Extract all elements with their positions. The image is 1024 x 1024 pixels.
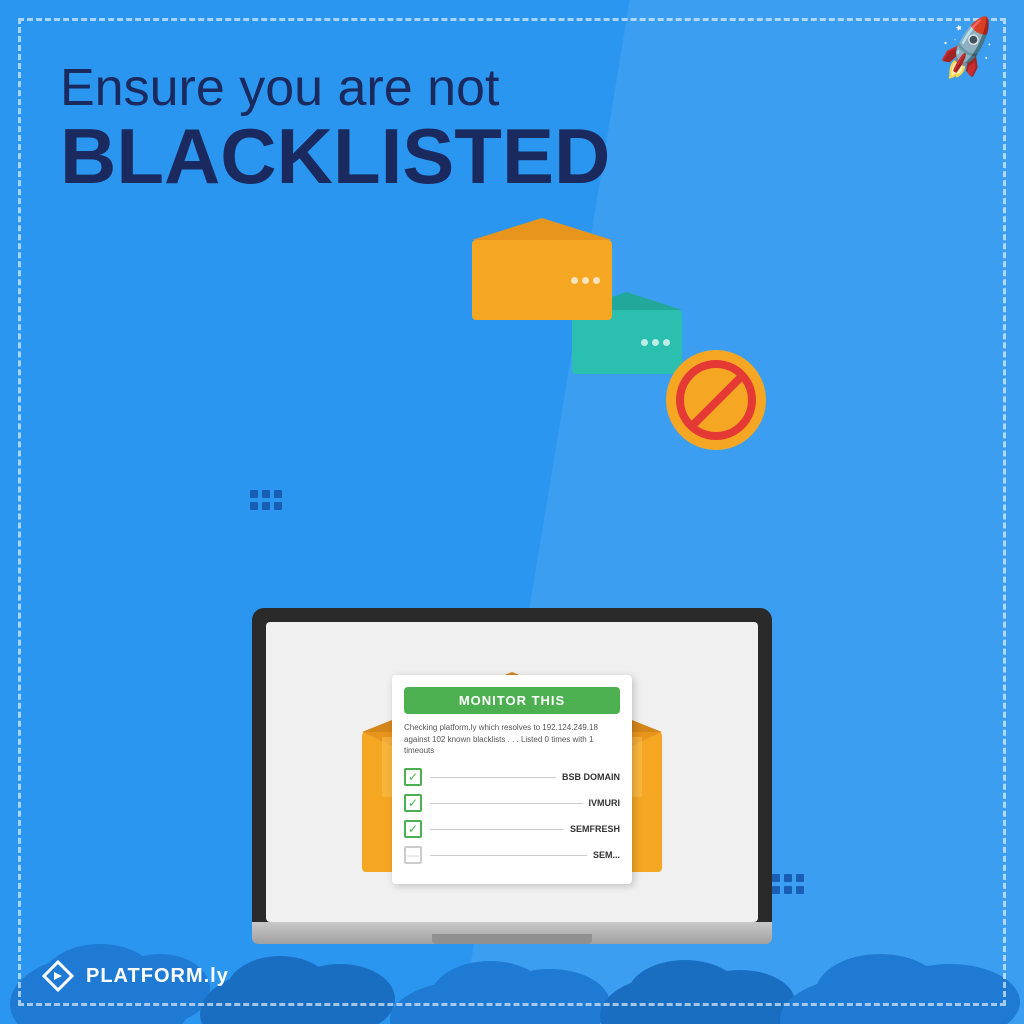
document: MONITOR THIS Checking platform.ly which … [392,675,632,884]
envelope-dot [593,277,600,284]
dot [262,502,270,510]
envelope-dot [641,339,648,346]
dot [250,490,258,498]
doc-item-2: ✓ IVMURI [404,794,620,812]
logo-area: PLATFORM.ly [40,958,229,994]
ban-circle-inner [676,360,756,440]
dot [772,886,780,894]
decorative-dots-left [250,490,282,510]
headline-line2: BLACKLISTED [60,117,610,195]
logo-text: PLATFORM.ly [86,965,229,988]
dot [772,874,780,882]
monitor-button[interactable]: MONITOR THIS [404,687,620,714]
laptop-base [252,922,772,944]
main-container: Ensure you are not BLACKLISTED 🚀 [0,0,1024,1024]
doc-label-3: SEMFRESH [570,824,620,834]
doc-item-1: ✓ BSB DOMAIN [404,768,620,786]
dot [784,874,792,882]
doc-line-1 [430,777,556,778]
doc-label-4: SEM... [593,850,620,860]
dot [796,886,804,894]
dot [274,502,282,510]
envelope-dots [571,277,600,284]
ban-icon [666,350,766,450]
check-icon-3: ✓ [404,820,422,838]
doc-line-3 [430,829,564,830]
dot [274,490,282,498]
check-icon-4: — [404,846,422,864]
dot [250,502,258,510]
dot [796,874,804,882]
check-icon-1: ✓ [404,768,422,786]
decorative-dots-right [772,874,804,894]
dot [262,490,270,498]
envelope-yellow-body [472,240,612,320]
doc-label-2: IVMURI [589,798,621,808]
doc-line-4 [430,855,587,856]
dot [784,886,792,894]
ban-circle-outer [666,350,766,450]
envelope-dot [582,277,589,284]
document-body-text: Checking platform.ly which resolves to 1… [404,722,620,756]
envelope-dot [571,277,578,284]
check-icon-2: ✓ [404,794,422,812]
envelope-dots [641,339,670,346]
envelope-dot [652,339,659,346]
doc-item-4: — SEM... [404,846,620,864]
doc-label-1: BSB DOMAIN [562,772,620,782]
doc-item-3: ✓ SEMFRESH [404,820,620,838]
envelope-dot [663,339,670,346]
envelope-yellow [472,240,612,340]
doc-line-2 [430,803,583,804]
header-text: Ensure you are not BLACKLISTED [60,60,610,195]
ban-line [686,372,745,431]
envelope-yellow-flap [472,218,612,240]
platform-logo-icon [40,958,76,994]
headline-line1: Ensure you are not [60,60,610,117]
